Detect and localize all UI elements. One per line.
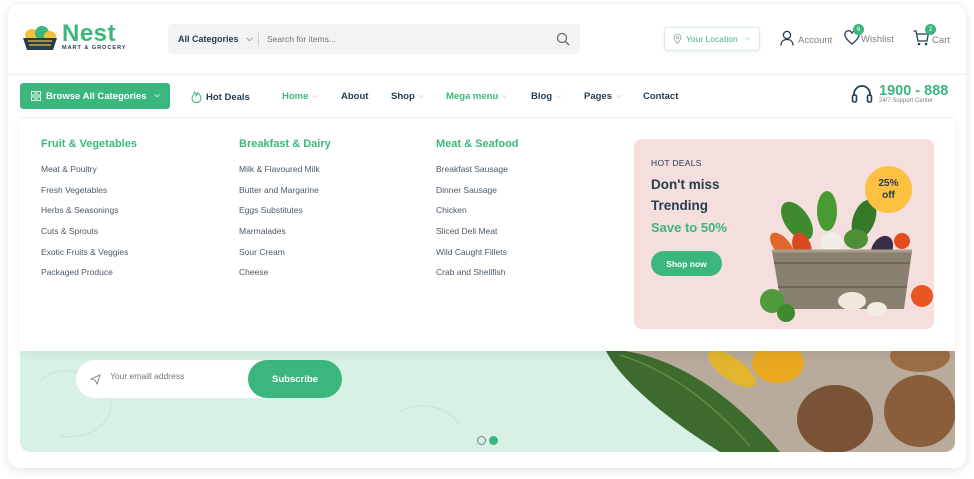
mega-menu-item[interactable]: Sliced Deli Meat: [436, 226, 519, 247]
chevron-down-icon: ⌵: [246, 34, 253, 43]
support-number: 1900 - 888: [879, 83, 949, 99]
wishlist-count-badge: 6: [853, 24, 864, 35]
cart-count-badge: 2: [925, 24, 936, 35]
chevron-down-icon: ⌵: [312, 92, 318, 100]
discount-percent: 25%: [878, 177, 899, 189]
chevron-down-icon: ⌵: [154, 92, 160, 99]
mega-menu-item[interactable]: Fresh Vegetables: [41, 185, 137, 206]
location-label: Your Location: [686, 34, 738, 44]
nav-home[interactable]: Home ⌵: [282, 91, 318, 102]
chevron-down-icon: ⌵: [616, 92, 622, 100]
mega-menu-item[interactable]: Crab and Shellfish: [436, 267, 519, 288]
mega-menu-item[interactable]: Herbs & Seasonings: [41, 205, 137, 226]
mega-menu-item[interactable]: Packaged Produce: [41, 267, 137, 288]
page-frame: Nest MART & GROCERY All Categories ⌵ You…: [8, 4, 966, 468]
nav-pages-label: Pages: [584, 91, 612, 102]
category-select[interactable]: All Categories ⌵: [168, 34, 258, 44]
nav-mega-menu-label: Mega menu: [446, 91, 499, 102]
promo-label: HOT DEALS: [651, 158, 702, 168]
search-bar: All Categories ⌵: [168, 24, 580, 54]
mega-menu-item[interactable]: Sour Cream: [239, 247, 331, 268]
nav-home-label: Home: [282, 91, 309, 102]
account-link[interactable]: Account: [780, 30, 832, 46]
chevron-down-icon: ⌵: [418, 92, 425, 100]
basket-logo-icon: [23, 26, 57, 50]
support-center[interactable]: 1900 - 888 24/7 Support Center: [851, 84, 948, 104]
cart-label: Cart: [932, 35, 950, 46]
nav-mega-menu[interactable]: Mega menu ⌵: [446, 91, 508, 102]
fire-icon: [191, 91, 202, 103]
browse-categories-label: Browse All Categories: [46, 90, 147, 102]
nav-hot-deals-label: Hot Deals: [206, 91, 250, 103]
nav-contact[interactable]: Contact: [643, 91, 678, 102]
nav-pages[interactable]: Pages ⌵: [584, 91, 621, 102]
chevron-down-icon: ⌵: [556, 92, 562, 100]
mega-menu-column: Fruit & Vegetables Meat & Poultry Fresh …: [41, 138, 137, 288]
shop-now-button[interactable]: Shop now: [651, 251, 722, 276]
promo-title: Don't miss Trending: [651, 177, 720, 213]
map-pin-icon: [673, 34, 682, 44]
account-label: Account: [798, 35, 833, 46]
search-input[interactable]: [259, 24, 580, 54]
mega-column-title[interactable]: Breakfast & Dairy: [239, 138, 331, 150]
mega-menu-item[interactable]: Cuts & Sprouts: [41, 226, 137, 247]
mega-menu-item[interactable]: Meat & Poultry: [41, 164, 137, 185]
chevron-down-icon: ⌵: [744, 35, 750, 42]
discount-badge: 25% off: [865, 166, 912, 213]
mega-menu-item[interactable]: Marmalades: [239, 226, 331, 247]
chevron-down-icon: ⌵: [502, 92, 508, 100]
discount-word: off: [882, 189, 895, 201]
cart-link[interactable]: 2 Cart: [913, 24, 950, 46]
mega-menu-item[interactable]: Exotic Fruits & Veggies: [41, 247, 137, 268]
nav-shop-label: Shop: [391, 91, 415, 102]
search-icon[interactable]: [556, 32, 570, 46]
mega-menu-item[interactable]: Wild Caught Fillets: [436, 247, 519, 268]
nav-shop[interactable]: Shop ⌵: [391, 91, 424, 102]
headphones-icon: [851, 85, 873, 103]
mega-column-title[interactable]: Fruit & Vegetables: [41, 138, 137, 150]
hero-banner: Subscribe: [20, 341, 955, 452]
subscribe-button[interactable]: Subscribe: [248, 360, 342, 398]
send-icon: [90, 374, 101, 385]
nav-blog-label: Blog: [531, 91, 553, 102]
mega-menu-item[interactable]: Cheese: [239, 267, 331, 288]
slider-dot-2[interactable]: [489, 436, 498, 445]
slider-dot-1[interactable]: [477, 436, 486, 445]
category-select-value: All Categories: [178, 34, 239, 44]
brand-tagline: MART & GROCERY: [62, 45, 127, 51]
grid-icon: [31, 91, 41, 101]
mega-menu-column: Meat & Seafood Breakfast Sausage Dinner …: [436, 138, 519, 288]
mega-menu-dropdown: Fruit & Vegetables Meat & Poultry Fresh …: [20, 117, 955, 351]
vegetable-basket-image: [760, 191, 933, 322]
wishlist-link[interactable]: 6 Wishlist: [844, 24, 894, 45]
brand-logo[interactable]: Nest MART & GROCERY: [20, 22, 127, 52]
nav-hot-deals[interactable]: Hot Deals: [191, 91, 250, 103]
mega-menu-column: Breakfast & Dairy Milk & Flavoured Milk …: [239, 138, 331, 288]
header-divider: [8, 74, 966, 75]
nav-about[interactable]: About: [341, 91, 368, 102]
newsletter-form: Subscribe: [76, 360, 342, 398]
mega-menu-item[interactable]: Breakfast Sausage: [436, 164, 519, 185]
mega-menu-item[interactable]: Dinner Sausage: [436, 185, 519, 206]
hot-deals-promo: HOT DEALS Don't miss Trending Save to 50…: [634, 139, 934, 329]
location-select[interactable]: Your Location ⌵: [664, 27, 760, 51]
newsletter-email-input[interactable]: [110, 371, 240, 381]
user-icon: [780, 30, 794, 46]
nav-blog[interactable]: Blog ⌵: [531, 91, 561, 102]
browse-categories-button[interactable]: Browse All Categories ⌵: [20, 83, 170, 109]
nav-contact-label: Contact: [643, 91, 679, 102]
brand-name: Nest: [62, 20, 117, 47]
mega-column-title[interactable]: Meat & Seafood: [436, 138, 519, 150]
mega-menu-item[interactable]: Milk & Flavoured Milk: [239, 164, 331, 185]
promo-save-text: Save to 50%: [651, 220, 727, 235]
mega-menu-item[interactable]: Eggs Substitutes: [239, 205, 331, 226]
nav-about-label: About: [341, 91, 369, 102]
mega-menu-item[interactable]: Butter and Margarine: [239, 185, 331, 206]
wishlist-label: Wishlist: [861, 34, 894, 45]
mega-menu-item[interactable]: Chicken: [436, 205, 519, 226]
